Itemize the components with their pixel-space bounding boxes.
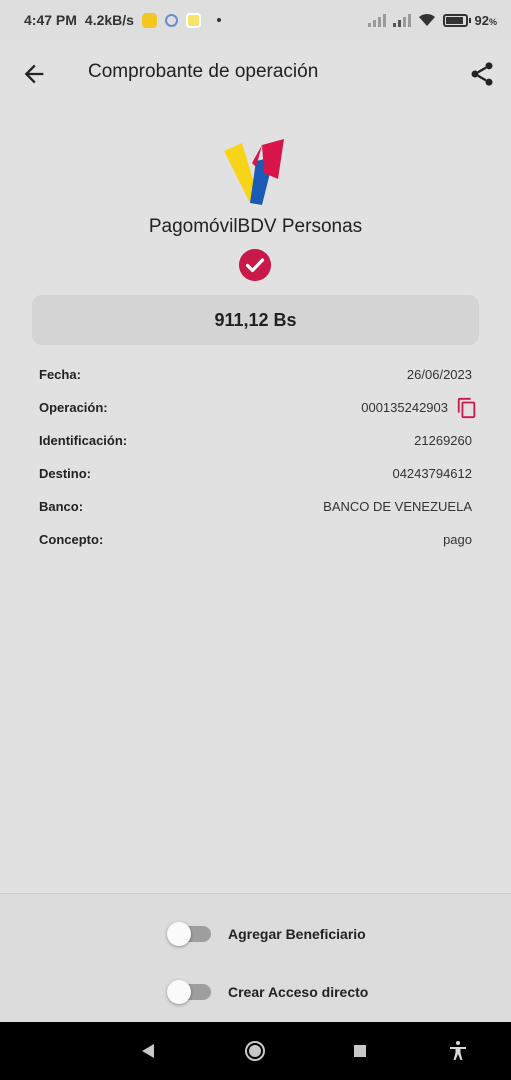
status-speed: 4.2kB/s (84, 12, 134, 28)
battery-icon (442, 13, 471, 27)
create-shortcut-option: Crear Acceso directo (167, 979, 368, 1005)
detail-label: Banco: (39, 499, 84, 514)
status-time: 4:47 PM (24, 12, 77, 28)
settings-badge-icon (164, 13, 178, 27)
copy-icon[interactable] (456, 397, 478, 419)
detail-value: pago (443, 532, 472, 547)
brand-name: PagomóvilBDV Personas (148, 216, 363, 237)
options-panel: Agregar Beneficiario Crear Acceso direct… (0, 894, 511, 1022)
detail-row-destino: Destino: 04243794612 (39, 457, 472, 490)
check-circle-icon (239, 249, 271, 281)
detail-value: 26/06/2023 (406, 367, 472, 382)
receipt-details: Fecha: 26/06/2023 Operación: 00013524290… (39, 358, 476, 556)
home-circle-icon[interactable] (243, 1039, 267, 1063)
smiley-icon (185, 12, 201, 28)
detail-label: Operación: (39, 400, 108, 415)
back-triangle-icon[interactable] (136, 1039, 160, 1063)
detail-value: 04243794612 (392, 466, 472, 481)
detail-row-identificacion: Identificación: 21269260 (39, 424, 472, 457)
add-beneficiary-option: Agregar Beneficiario (167, 921, 366, 947)
emoji-icon (141, 12, 157, 28)
detail-label: Identificación: (39, 433, 128, 448)
share-icon[interactable] (468, 60, 496, 88)
create-shortcut-toggle[interactable] (167, 979, 213, 1005)
signal-icon (367, 13, 386, 27)
detail-label: Destino: (39, 466, 91, 481)
dot-icon (216, 18, 221, 22)
create-shortcut-label: Crear Acceso directo (228, 984, 369, 1000)
detail-row-concepto: Concepto: pago (39, 523, 472, 556)
add-beneficiary-toggle[interactable] (167, 921, 213, 947)
detail-label: Fecha: (39, 367, 81, 382)
bdv-logo (224, 139, 284, 205)
app-bar: Comprobante de operación (0, 40, 511, 106)
wifi-icon (418, 13, 435, 26)
page-title: Comprobante de operación (88, 61, 319, 82)
amount-value: 911,12 Bs (214, 309, 297, 330)
detail-label: Concepto: (39, 532, 104, 547)
status-bar: 4:47 PM 4.2kB/s 92% (0, 0, 511, 40)
detail-row-operacion: Operación: 000135242903 (39, 391, 476, 424)
arrow-left-icon[interactable] (20, 60, 48, 88)
recents-square-icon[interactable] (348, 1039, 372, 1063)
system-nav-bar (0, 1022, 511, 1080)
accessibility-icon[interactable] (446, 1039, 470, 1063)
detail-value: 000135242903 (361, 400, 448, 415)
detail-row-fecha: Fecha: 26/06/2023 (39, 358, 472, 391)
add-beneficiary-label: Agregar Beneficiario (228, 926, 366, 942)
amount-box: 911,12 Bs (32, 295, 479, 345)
battery-percent: 92% (474, 12, 497, 28)
detail-value: BANCO DE VENEZUELA (323, 499, 472, 514)
detail-row-banco: Banco: BANCO DE VENEZUELA (39, 490, 472, 523)
signal-icon (392, 13, 411, 27)
detail-value: 21269260 (414, 433, 472, 448)
